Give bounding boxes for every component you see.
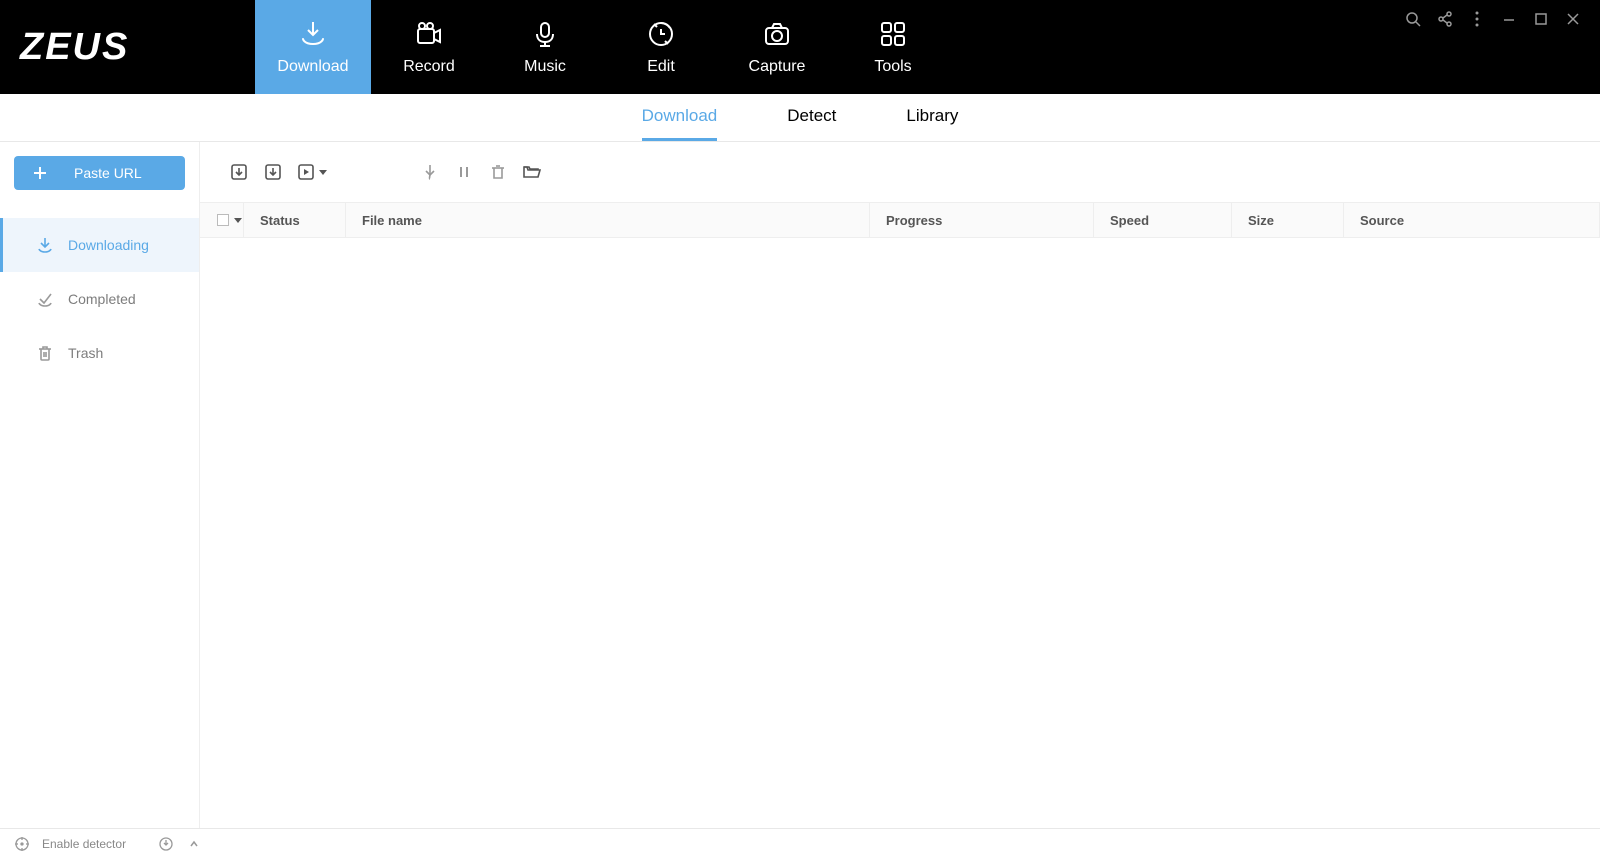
speed-limit-icon[interactable]	[158, 836, 174, 852]
enable-detector-label[interactable]: Enable detector	[42, 837, 126, 851]
minimize-button[interactable]	[1500, 10, 1518, 28]
col-file-name[interactable]: File name	[346, 203, 870, 237]
nav-download[interactable]: Download	[255, 0, 371, 94]
chevron-down-icon	[319, 170, 327, 175]
table-body	[200, 238, 1600, 828]
trash-icon	[36, 344, 54, 362]
close-button[interactable]	[1564, 10, 1582, 28]
music-icon	[529, 18, 561, 50]
nav-capture[interactable]: Capture	[719, 0, 835, 94]
col-speed[interactable]: Speed	[1094, 203, 1232, 237]
sidebar-item-trash[interactable]: Trash	[0, 326, 199, 380]
batch-download-icon[interactable]	[228, 161, 250, 183]
col-source[interactable]: Source	[1344, 203, 1600, 237]
toolbar-group-right	[419, 161, 543, 183]
select-all-checkbox[interactable]	[217, 214, 229, 226]
nav-capture-label: Capture	[749, 58, 806, 76]
paste-url-label: Paste URL	[74, 165, 142, 181]
sidebar-downloading-label: Downloading	[68, 237, 149, 253]
sidebar: Paste URL Downloading Completed Trash	[0, 142, 200, 828]
detector-target-icon[interactable]	[14, 836, 30, 852]
col-status[interactable]: Status	[244, 203, 346, 237]
col-progress-label: Progress	[886, 213, 942, 228]
col-file-label: File name	[362, 213, 422, 228]
nav-music-label: Music	[524, 58, 566, 76]
delete-icon[interactable]	[487, 161, 509, 183]
bottom-bar: Enable detector	[0, 828, 1600, 858]
nav-record[interactable]: Record	[371, 0, 487, 94]
window-controls	[1404, 0, 1600, 94]
download-icon	[297, 18, 329, 50]
col-size[interactable]: Size	[1232, 203, 1344, 237]
paste-url-button[interactable]: Paste URL	[14, 156, 185, 190]
sidebar-item-completed[interactable]: Completed	[0, 272, 199, 326]
subtab-library-label: Library	[906, 106, 958, 126]
app-logo: ZEUS	[0, 0, 255, 94]
sidebar-item-downloading[interactable]: Downloading	[0, 218, 199, 272]
nav-download-label: Download	[277, 58, 348, 76]
nav-tools-label: Tools	[874, 58, 911, 76]
col-size-label: Size	[1248, 213, 1274, 228]
record-icon	[413, 18, 445, 50]
video-settings-icon[interactable]	[296, 161, 327, 183]
subtab-download-label: Download	[642, 106, 718, 126]
sidebar-list: Downloading Completed Trash	[0, 218, 199, 380]
plus-icon	[32, 165, 48, 181]
nav-record-label: Record	[403, 58, 455, 76]
nav-edit-label: Edit	[647, 58, 675, 76]
top-bar: ZEUS Download Record Music Edit	[0, 0, 1600, 94]
open-folder-icon[interactable]	[521, 161, 543, 183]
share-icon[interactable]	[1436, 10, 1454, 28]
pause-icon[interactable]	[453, 161, 475, 183]
content-area: Status File name Progress Speed Size Sou…	[200, 142, 1600, 828]
col-source-label: Source	[1360, 213, 1404, 228]
sub-tabs: Download Detect Library	[0, 94, 1600, 142]
toolbar-group-left	[228, 161, 327, 183]
col-checkbox[interactable]	[200, 203, 244, 237]
nav-tools[interactable]: Tools	[835, 0, 951, 94]
completed-icon	[36, 290, 54, 308]
nav-music[interactable]: Music	[487, 0, 603, 94]
col-speed-label: Speed	[1110, 213, 1149, 228]
subtab-library[interactable]: Library	[906, 94, 958, 141]
batch-download-alt-icon[interactable]	[262, 161, 284, 183]
col-status-label: Status	[260, 213, 300, 228]
tools-icon	[877, 18, 909, 50]
sidebar-trash-label: Trash	[68, 345, 103, 361]
subtab-detect[interactable]: Detect	[787, 94, 836, 141]
maximize-button[interactable]	[1532, 10, 1550, 28]
sidebar-completed-label: Completed	[68, 291, 136, 307]
subtab-download[interactable]: Download	[642, 94, 718, 141]
search-icon[interactable]	[1404, 10, 1422, 28]
app-name: ZEUS	[20, 26, 129, 69]
capture-icon	[761, 18, 793, 50]
nav-edit[interactable]: Edit	[603, 0, 719, 94]
menu-icon[interactable]	[1468, 10, 1486, 28]
chevron-up-icon[interactable]	[186, 836, 202, 852]
table-header: Status File name Progress Speed Size Sou…	[200, 202, 1600, 238]
chevron-down-icon[interactable]	[234, 218, 242, 223]
subtab-detect-label: Detect	[787, 106, 836, 126]
edit-icon	[645, 18, 677, 50]
downloading-icon	[36, 236, 54, 254]
download-action-icon[interactable]	[419, 161, 441, 183]
col-progress[interactable]: Progress	[870, 203, 1094, 237]
toolbar	[200, 142, 1600, 202]
main-nav: Download Record Music Edit Capture	[255, 0, 951, 94]
main-area: Paste URL Downloading Completed Trash	[0, 142, 1600, 828]
